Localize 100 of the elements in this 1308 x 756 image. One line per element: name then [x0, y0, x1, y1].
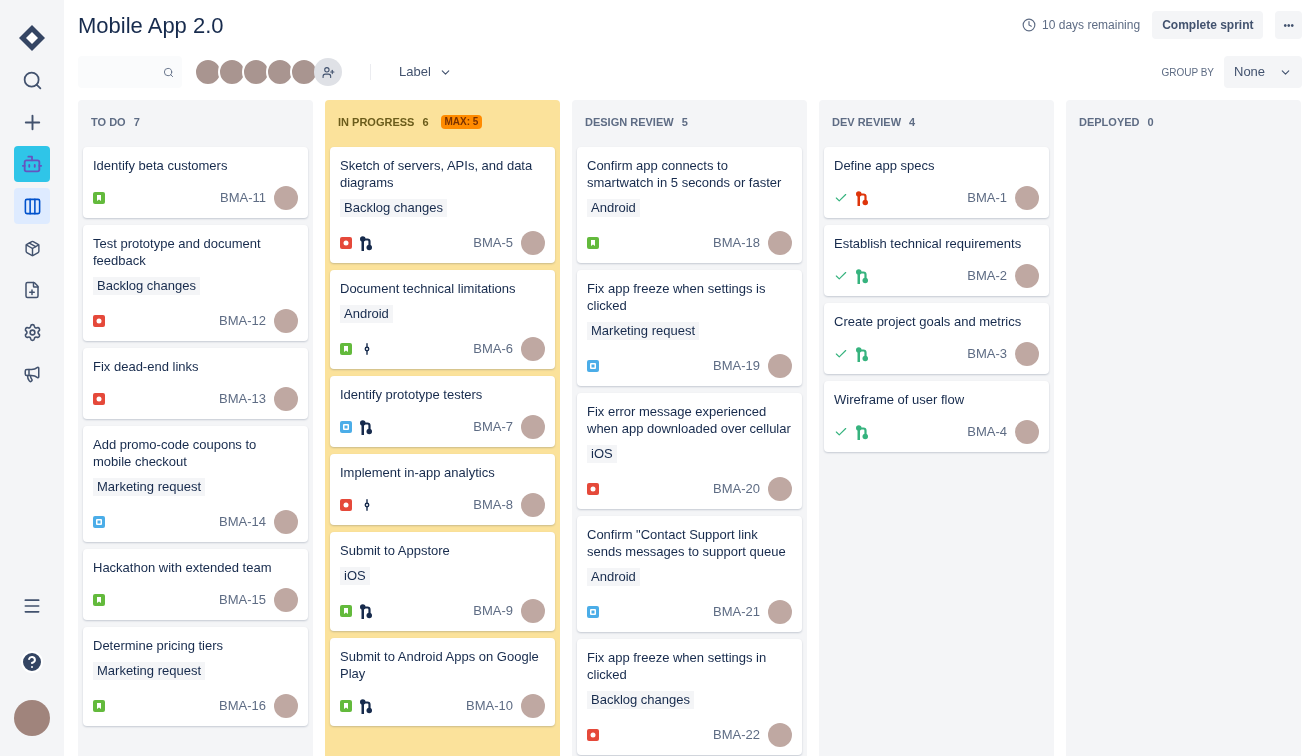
assignee-avatar — [521, 694, 545, 718]
issue-card[interactable]: Sketch of servers, APIs, and data diagrams Backlog changes BMA-5 — [330, 147, 555, 263]
assignee-avatar — [274, 510, 298, 534]
issue-card[interactable]: Hackathon with extended team BMA-15 — [83, 549, 308, 620]
issue-key[interactable]: BMA-7 — [473, 417, 513, 437]
issue-card[interactable]: Fix app freeze when settings in clicked Backlog changes BMA-22 — [577, 639, 802, 755]
assignee-avatar — [1015, 342, 1039, 366]
column-title: DEPLOYED — [1079, 114, 1140, 130]
assignee-avatar — [274, 588, 298, 612]
column-count: 6 — [422, 114, 429, 130]
issue-label: iOS — [587, 445, 617, 463]
issue-key[interactable]: BMA-18 — [713, 233, 760, 253]
story-icon — [93, 594, 105, 606]
issue-label: Backlog changes — [587, 691, 694, 709]
issue-label: Backlog changes — [340, 199, 447, 217]
bug-icon — [587, 483, 599, 495]
issue-key[interactable]: BMA-5 — [473, 233, 513, 253]
issue-label: Marketing request — [93, 478, 206, 496]
issue-title: Identify beta customers — [93, 157, 229, 174]
issue-key[interactable]: BMA-1 — [967, 188, 1007, 208]
add-person-icon[interactable] — [314, 58, 342, 86]
issue-card[interactable]: Fix app freeze when settings is clicked Marketing request BMA-19 — [577, 270, 802, 386]
issue-title: Confirm app connects to smartwatch in 5 seconds or faster — [587, 157, 783, 191]
search-field[interactable] — [78, 56, 182, 88]
issue-key[interactable]: BMA-14 — [219, 512, 266, 532]
issue-label: iOS — [340, 567, 370, 585]
complete-sprint-button[interactable]: Complete sprint — [1152, 11, 1264, 39]
issue-card[interactable]: Implement in-app analytics BMA-8 — [330, 454, 555, 525]
issue-card[interactable]: Submit to Appstore iOS BMA-9 — [330, 532, 555, 631]
clock-icon — [1022, 18, 1037, 32]
issue-key[interactable]: BMA-8 — [473, 495, 513, 515]
issue-key[interactable]: BMA-16 — [219, 696, 266, 716]
issue-label: Backlog changes — [93, 277, 200, 295]
issue-key[interactable]: BMA-20 — [713, 479, 760, 499]
issue-key[interactable]: BMA-13 — [219, 389, 266, 409]
issue-card[interactable]: Document technical limitations Android BMA-6 — [330, 270, 555, 369]
issue-key[interactable]: BMA-4 — [967, 422, 1007, 442]
issue-key[interactable]: BMA-6 — [473, 339, 513, 359]
search-icon — [163, 66, 174, 78]
group-by-dropdown[interactable]: None — [1224, 56, 1302, 88]
assignee-avatar — [1015, 420, 1039, 444]
story-icon — [93, 192, 105, 204]
issue-title: Determine pricing tiers — [93, 637, 225, 654]
board-icon[interactable] — [14, 188, 50, 224]
issue-card[interactable]: Define app specs BMA-1 — [824, 147, 1049, 218]
more-button[interactable]: ••• — [1275, 11, 1302, 39]
issue-card[interactable]: Confirm app connects to smartwatch in 5 seconds or faster Android BMA-18 — [577, 147, 802, 263]
member-avatar[interactable] — [266, 58, 294, 86]
issue-key[interactable]: BMA-19 — [713, 356, 760, 376]
issue-key[interactable]: BMA-2 — [967, 266, 1007, 286]
issue-key[interactable]: BMA-22 — [713, 725, 760, 745]
issue-card[interactable]: Add promo-code coupons to mobile checkout Marketing request BMA-14 — [83, 426, 308, 542]
member-avatar[interactable] — [194, 58, 222, 86]
issue-title: Fix error message experienced when app downloaded over cellular — [587, 403, 792, 437]
time-remaining: 10 days remaining — [1042, 17, 1141, 34]
member-avatar[interactable] — [290, 58, 318, 86]
limit-badge: MAX: 5 — [440, 115, 483, 129]
column-title: IN PROGRESS — [338, 114, 415, 130]
assignee-avatar — [768, 354, 792, 378]
issue-card[interactable]: Identify beta customers BMA-11 — [83, 147, 308, 218]
assignee-avatar — [768, 600, 792, 624]
issue-key[interactable]: BMA-3 — [967, 344, 1007, 364]
issue-card[interactable]: Create project goals and metrics BMA-3 — [824, 303, 1049, 374]
issue-card[interactable]: Confirm "Contact Support link sends messages to support queue Android BMA-21 — [577, 516, 802, 632]
issue-card[interactable]: Determine pricing tiers Marketing request BMA-16 — [83, 627, 308, 726]
column-title: TO DO — [91, 114, 126, 130]
bug-icon — [587, 729, 599, 741]
issue-card[interactable]: Fix error message experienced when app downloaded over cellular iOS BMA-20 — [577, 393, 802, 509]
issue-card[interactable]: Fix dead-end links BMA-13 — [83, 348, 308, 419]
member-avatar[interactable] — [218, 58, 246, 86]
issue-title: Fix dead-end links — [93, 358, 200, 375]
issue-title: Fix app freeze when settings is clicked — [587, 280, 767, 314]
issue-key[interactable]: BMA-15 — [219, 590, 266, 610]
assignee-avatar — [521, 337, 545, 361]
column-title: DEV REVIEW — [832, 114, 902, 130]
bug-icon — [93, 315, 105, 327]
member-avatar[interactable] — [242, 58, 270, 86]
project-avatar-icon[interactable] — [14, 146, 50, 182]
column-count: 4 — [909, 114, 916, 130]
issue-card[interactable]: Test prototype and document feedback Backlog changes BMA-12 — [83, 225, 308, 341]
issue-title: Submit to Appstore — [340, 542, 451, 559]
issue-card[interactable]: Establish technical requirements BMA-2 — [824, 225, 1049, 296]
assignee-avatar — [1015, 186, 1039, 210]
issue-label: Android — [340, 305, 393, 323]
issue-title: Submit to Android Apps on Google Play — [340, 648, 540, 682]
story-icon — [340, 605, 352, 617]
issue-key[interactable]: BMA-11 — [220, 188, 266, 208]
user-avatar[interactable] — [14, 700, 50, 736]
issue-card[interactable]: Wireframe of user flow BMA-4 — [824, 381, 1049, 452]
issue-title: Define app specs — [834, 157, 936, 174]
issue-label: Android — [587, 199, 640, 217]
issue-key[interactable]: BMA-12 — [219, 311, 266, 331]
issue-key[interactable]: BMA-21 — [713, 602, 760, 622]
label-filter[interactable]: Label — [399, 62, 452, 82]
issue-card[interactable]: Submit to Android Apps on Google Play BMA-10 — [330, 638, 555, 726]
issue-key[interactable]: BMA-9 — [473, 601, 513, 621]
assignee-avatar — [768, 231, 792, 255]
issue-card[interactable]: Identify prototype testers BMA-7 — [330, 376, 555, 447]
assignee-avatar — [1015, 264, 1039, 288]
issue-key[interactable]: BMA-10 — [466, 696, 513, 716]
